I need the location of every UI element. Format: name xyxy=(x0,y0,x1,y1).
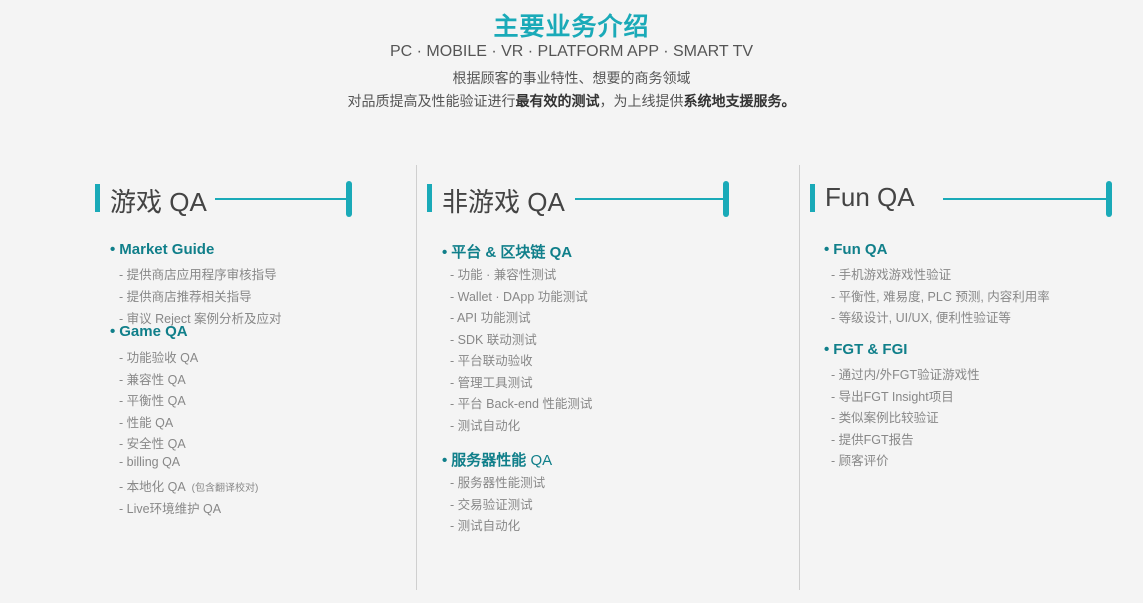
section-title: • 服务器性能 QA xyxy=(442,449,552,470)
description-emphasis-1: 最有效的测试 xyxy=(515,93,600,109)
list-item: - 安全性 QA xyxy=(119,437,186,451)
list-item: - billing QA xyxy=(119,455,181,469)
list-item-text: - 本地化 QA xyxy=(119,480,186,494)
column-divider-2 xyxy=(799,165,800,590)
accent-bar xyxy=(427,184,432,212)
list-item: - 本地化 QA (包含翻译校对) xyxy=(119,476,258,495)
header-line-cap xyxy=(723,181,729,217)
bullet: • xyxy=(442,244,448,261)
column-divider-1 xyxy=(416,165,417,590)
section-title-suffix: QA xyxy=(526,452,553,469)
list-item: - 功能验收 QA xyxy=(119,351,199,365)
list-item: - 类似案例比较验证 xyxy=(831,411,939,425)
list-item: - 导出FGT Insight项目 xyxy=(831,390,954,404)
column-header: Fun QA xyxy=(810,180,1130,220)
list-item: - 测试自动化 xyxy=(450,419,521,433)
description-line-2: 对品质提高及性能验证进行最有效的测试，为上线提供系统地支援服务。 xyxy=(0,91,1143,111)
list-item: - 通过内/外FGT验证游戏性 xyxy=(831,368,980,382)
list-item: - 提供商店推荐相关指导 xyxy=(119,290,252,304)
column-header: 游戏 QA xyxy=(95,180,395,220)
bullet: • xyxy=(110,323,116,340)
section-title: • Game QA xyxy=(110,323,188,340)
list-item: - 提供FGT报告 xyxy=(831,433,914,447)
list-item: - SDK 联动测试 xyxy=(450,333,537,347)
header-line-cap xyxy=(1106,181,1112,217)
list-item: - 提供商店应用程序审核指导 xyxy=(119,268,277,282)
bullet: • xyxy=(110,241,116,258)
bullet: • xyxy=(824,241,830,258)
bullet: • xyxy=(442,452,448,469)
column-fun-qa: Fun QA • Fun QA - 手机游戏游戏性验证 - 平衡性, 难易度, P… xyxy=(810,180,1130,600)
page-title: 主要业务介绍 xyxy=(493,13,650,41)
section-title-text: 服务器性能 xyxy=(451,452,527,469)
list-item: - Live环境维护 QA xyxy=(119,502,222,516)
list-item: - 平台联动验收 xyxy=(450,354,533,368)
list-item: - 手机游戏游戏性验证 xyxy=(831,268,952,282)
header-line-cap xyxy=(346,181,352,217)
list-item: - 测试自动化 xyxy=(450,519,521,533)
accent-bar xyxy=(810,184,815,212)
platform-subtitle: PC · MOBILE · VR · PLATFORM APP · SMART … xyxy=(389,43,754,60)
section-title-text: Fun QA xyxy=(833,241,888,258)
list-item: - 等级设计, UI/UX, 便利性验证等 xyxy=(831,311,1011,325)
list-item: - 平衡性, 难易度, PLC 预测, 内容利用率 xyxy=(831,290,1050,304)
column-game-qa: 游戏 QA • Market Guide - 提供商店应用程序审核指导 - 提供商… xyxy=(95,180,395,600)
list-item: - 兼容性 QA xyxy=(119,373,186,387)
accent-bar xyxy=(95,184,100,212)
column-title: 非游戏 QA xyxy=(442,187,565,217)
description-part-a: 对品质提高及性能验证进行 xyxy=(347,93,516,109)
section-title: • 平台 & 区块链 QA xyxy=(442,241,572,262)
list-item: - 功能 · 兼容性测试 xyxy=(450,268,557,282)
list-item: - 平衡性 QA xyxy=(119,394,186,408)
section-title-text: Market Guide xyxy=(119,241,215,258)
list-item: - 服务器性能测试 xyxy=(450,476,546,490)
section-title-text: FGT & FGI xyxy=(833,341,908,358)
column-header: 非游戏 QA xyxy=(427,180,747,220)
section-title: • Fun QA xyxy=(824,241,887,258)
section-title-text: Game QA xyxy=(119,323,188,340)
item-note: (包含翻译校对) xyxy=(191,483,259,494)
list-item: - Wallet · DApp 功能测试 xyxy=(450,290,588,304)
list-item: - 交易验证测试 xyxy=(450,498,533,512)
column-title: 游戏 QA xyxy=(110,187,207,217)
description-emphasis-2: 系统地支援服务。 xyxy=(683,93,796,109)
header-line xyxy=(215,198,347,200)
column-title: Fun QA xyxy=(825,182,915,212)
description-line-1: 根据顾客的事业特性、想要的商务领域 xyxy=(452,70,691,86)
header-line xyxy=(943,198,1107,200)
section-title: • FGT & FGI xyxy=(824,341,907,358)
list-item: - API 功能测试 xyxy=(450,311,531,325)
bullet: • xyxy=(824,341,830,358)
section-title-text: 平台 & 区块链 QA xyxy=(451,244,573,261)
list-item: - 顾客评价 xyxy=(831,454,889,468)
list-item: - 管理工具测试 xyxy=(450,376,533,390)
section-title: • Market Guide xyxy=(110,241,214,258)
header-line xyxy=(575,198,724,200)
list-item: - 性能 QA xyxy=(119,416,174,430)
list-item: - 平台 Back-end 性能测试 xyxy=(450,397,593,411)
description-part-c: ，为上线提供 xyxy=(599,93,684,109)
column-non-game-qa: 非游戏 QA • 平台 & 区块链 QA - 功能 · 兼容性测试 - Walle… xyxy=(427,180,747,600)
